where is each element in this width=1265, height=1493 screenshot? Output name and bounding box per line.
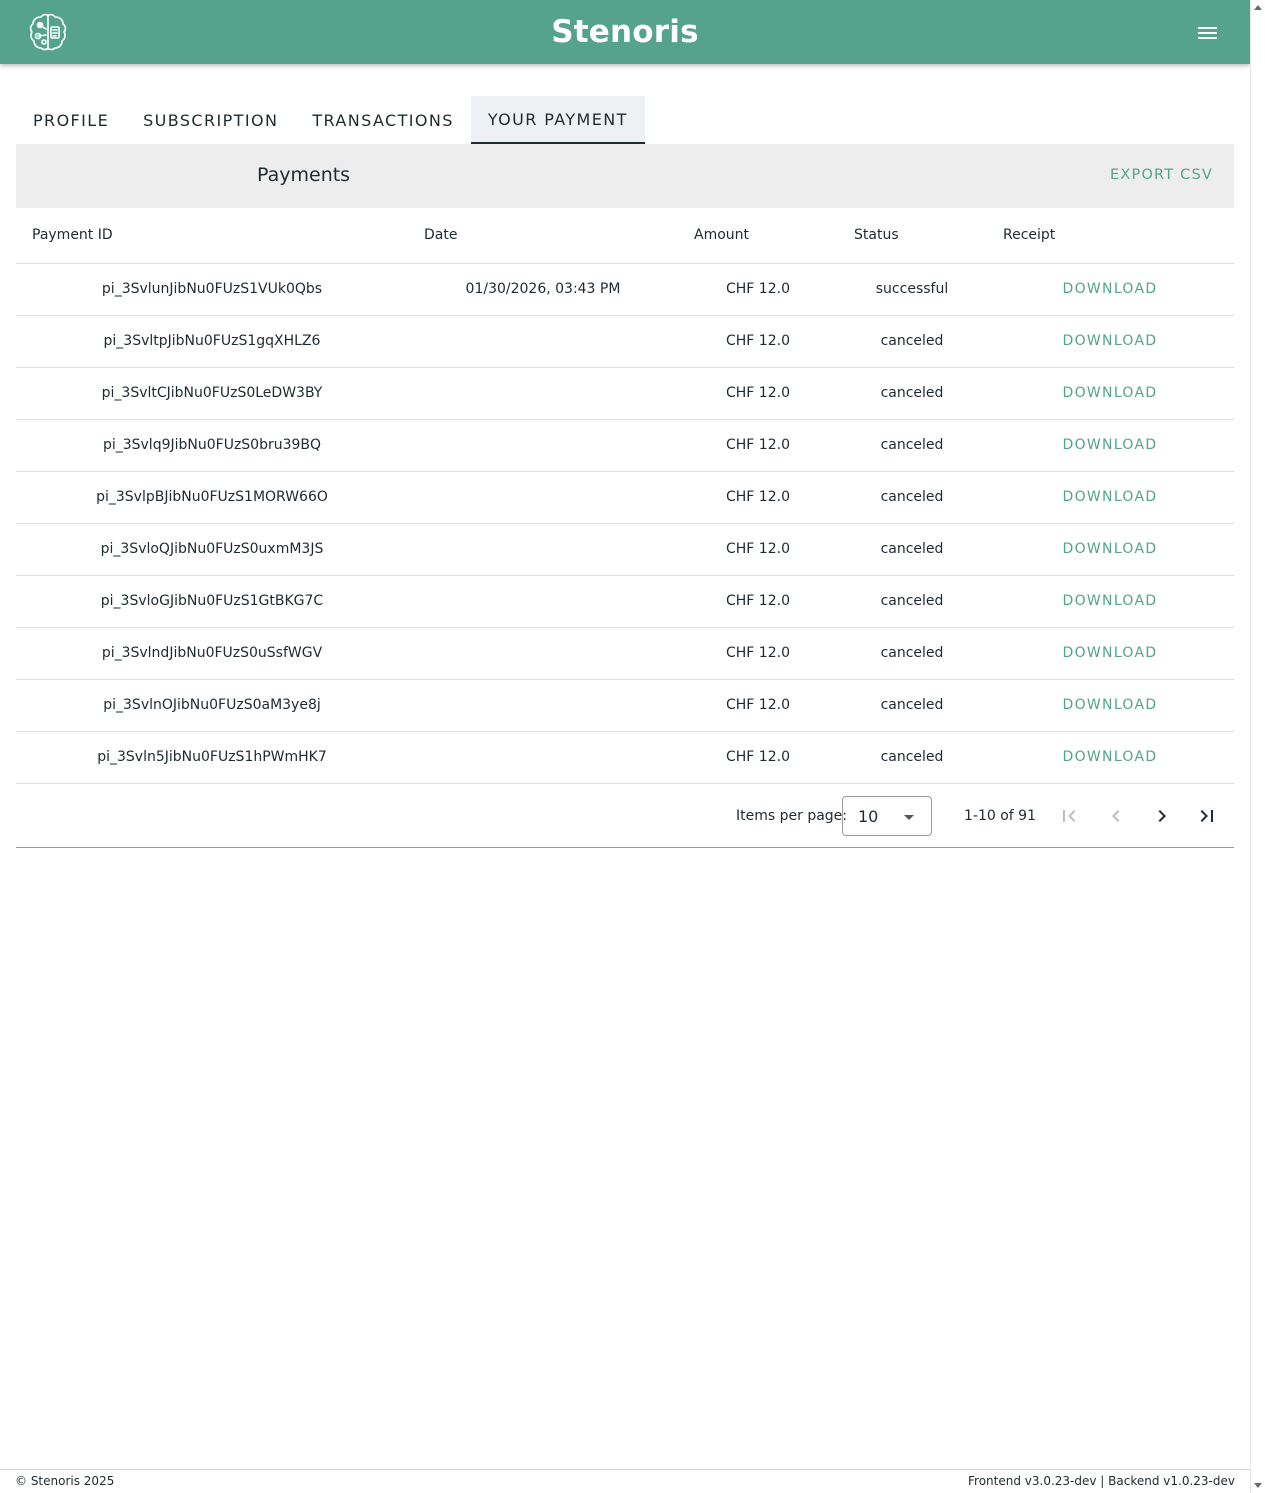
amount-cell: CHF 12.0 bbox=[726, 749, 790, 765]
amount-cell: CHF 12.0 bbox=[726, 333, 790, 349]
column-header-date[interactable]: Date bbox=[424, 227, 457, 243]
amount-cell: CHF 12.0 bbox=[726, 541, 790, 557]
download-receipt-button[interactable]: DOWNLOAD bbox=[986, 593, 1234, 609]
app-footer: © Stenoris 2025 Frontend v3.0.23-dev | B… bbox=[0, 1469, 1250, 1493]
payment-id-cell: pi_3SvloQJibNu0FUzS0uxmM3JS bbox=[100, 541, 324, 557]
chevron-down-icon bbox=[904, 815, 914, 820]
items-per-page-value: 10 bbox=[858, 807, 879, 826]
payment-id-cell: pi_3SvlpBJibNu0FUzS1MORW66O bbox=[96, 489, 328, 505]
status-cell: canceled bbox=[880, 593, 944, 609]
payments-title: Payments bbox=[257, 164, 351, 186]
column-header-status[interactable]: Status bbox=[854, 227, 899, 243]
account-tabs: PROFILE SUBSCRIPTION TRANSACTIONS YOUR P… bbox=[16, 96, 645, 144]
scroll-up-arrow-icon[interactable] bbox=[1254, 5, 1262, 10]
payment-id-cell: pi_3SvlnOJibNu0FUzS0aM3ye8j bbox=[103, 697, 321, 713]
page-range-label: 1-10 of 91 bbox=[964, 808, 1036, 824]
amount-cell: CHF 12.0 bbox=[726, 697, 790, 713]
date-cell: 01/30/2026, 03:43 PM bbox=[465, 281, 621, 297]
table-row: pi_3SvloQJibNu0FUzS0uxmM3JS CHF 12.0 cance… bbox=[16, 524, 1234, 576]
download-receipt-button[interactable]: DOWNLOAD bbox=[986, 749, 1234, 765]
download-receipt-button[interactable]: DOWNLOAD bbox=[986, 281, 1234, 297]
vertical-scrollbar[interactable] bbox=[1250, 0, 1265, 1493]
payment-id-cell: pi_3SvloGJibNu0FUzS1GtBKG7C bbox=[100, 593, 324, 609]
items-per-page-select[interactable]: 10 bbox=[842, 796, 932, 836]
payment-id-cell: pi_3Svlq9JibNu0FUzS0bru39BQ bbox=[102, 437, 322, 453]
status-cell: canceled bbox=[880, 541, 944, 557]
next-page-icon[interactable] bbox=[1150, 804, 1174, 828]
download-receipt-button[interactable]: DOWNLOAD bbox=[986, 333, 1234, 349]
table-row: pi_3SvlndJibNu0FUzS0uSsfWGV CHF 12.0 cance… bbox=[16, 628, 1234, 680]
items-per-page-label: Items per page: bbox=[736, 808, 848, 824]
table-row: pi_3Svlq9JibNu0FUzS0bru39BQ CHF 12.0 cance… bbox=[16, 420, 1234, 472]
download-receipt-button[interactable]: DOWNLOAD bbox=[986, 437, 1234, 453]
status-cell: canceled bbox=[880, 645, 944, 661]
last-page-icon[interactable] bbox=[1195, 804, 1219, 828]
payment-id-cell: pi_3SvltpJibNu0FUzS1gqXHLZ6 bbox=[103, 333, 321, 349]
amount-cell: CHF 12.0 bbox=[726, 593, 790, 609]
tab-transactions[interactable]: TRANSACTIONS bbox=[295, 96, 470, 144]
amount-cell: CHF 12.0 bbox=[726, 281, 790, 297]
payment-id-cell: pi_3SvltCJibNu0FUzS0LeDW3BY bbox=[101, 385, 323, 401]
download-receipt-button[interactable]: DOWNLOAD bbox=[986, 385, 1234, 401]
table-row: pi_3Svln5JibNu0FUzS1hPWmHK7 CHF 12.0 cance… bbox=[16, 732, 1234, 784]
status-cell: canceled bbox=[880, 333, 944, 349]
table-row: pi_3SvloGJibNu0FUzS1GtBKG7C CHF 12.0 cance… bbox=[16, 576, 1234, 628]
payments-card-header: Payments EXPORT CSV bbox=[16, 144, 1234, 208]
table-row: pi_3SvltCJibNu0FUzS0LeDW3BY CHF 12.0 cance… bbox=[16, 368, 1234, 420]
status-cell: canceled bbox=[880, 385, 944, 401]
scroll-down-arrow-icon[interactable] bbox=[1254, 1483, 1262, 1488]
column-header-amount[interactable]: Amount bbox=[694, 227, 749, 243]
download-receipt-button[interactable]: DOWNLOAD bbox=[986, 697, 1234, 713]
payment-id-cell: pi_3Svln5JibNu0FUzS1hPWmHK7 bbox=[97, 749, 327, 765]
table-row: pi_3SvlnOJibNu0FUzS0aM3ye8j CHF 12.0 cance… bbox=[16, 680, 1234, 732]
status-cell: canceled bbox=[880, 697, 944, 713]
tab-your-payment[interactable]: YOUR PAYMENT bbox=[470, 96, 645, 144]
table-row: pi_3SvltpJibNu0FUzS1gqXHLZ6 CHF 12.0 cance… bbox=[16, 316, 1234, 368]
column-header-receipt[interactable]: Receipt bbox=[1003, 227, 1055, 243]
payments-table: Payment ID Date Amount Status Receipt pi… bbox=[16, 208, 1234, 784]
version-info: Frontend v3.0.23-dev | Backend v1.0.23-d… bbox=[968, 1474, 1235, 1488]
app-title: Stenoris bbox=[551, 14, 699, 50]
status-cell: canceled bbox=[880, 749, 944, 765]
export-csv-button[interactable]: EXPORT CSV bbox=[1110, 167, 1213, 183]
hamburger-menu-icon[interactable] bbox=[1198, 27, 1220, 45]
amount-cell: CHF 12.0 bbox=[726, 437, 790, 453]
amount-cell: CHF 12.0 bbox=[726, 385, 790, 401]
table-body: pi_3SvlunJibNu0FUzS1VUk0Qbs 01/30/2026, 0… bbox=[16, 264, 1234, 784]
payment-id-cell: pi_3SvlndJibNu0FUzS0uSsfWGV bbox=[101, 645, 323, 661]
tab-profile[interactable]: PROFILE bbox=[16, 96, 126, 144]
download-receipt-button[interactable]: DOWNLOAD bbox=[986, 489, 1234, 505]
page: Stenoris PROFILE SUBSCRIPTION TRANSACTIO… bbox=[0, 0, 1250, 1493]
download-receipt-button[interactable]: DOWNLOAD bbox=[986, 645, 1234, 661]
column-header-payment-id[interactable]: Payment ID bbox=[32, 227, 113, 243]
previous-page-icon[interactable] bbox=[1104, 804, 1128, 828]
status-cell: canceled bbox=[880, 437, 944, 453]
app-header: Stenoris bbox=[0, 0, 1250, 64]
status-cell: canceled bbox=[880, 489, 944, 505]
status-cell: successful bbox=[875, 281, 949, 297]
table-row: pi_3SvlpBJibNu0FUzS1MORW66O CHF 12.0 cance… bbox=[16, 472, 1234, 524]
amount-cell: CHF 12.0 bbox=[726, 489, 790, 505]
amount-cell: CHF 12.0 bbox=[726, 645, 790, 661]
tab-subscription[interactable]: SUBSCRIPTION bbox=[126, 96, 295, 144]
paginator: Items per page: 10 1-10 of 91 bbox=[16, 784, 1234, 848]
table-header: Payment ID Date Amount Status Receipt bbox=[16, 208, 1234, 264]
first-page-icon[interactable] bbox=[1057, 804, 1081, 828]
copyright-text: © Stenoris 2025 bbox=[15, 1474, 115, 1488]
table-row: pi_3SvlunJibNu0FUzS1VUk0Qbs 01/30/2026, 0… bbox=[16, 264, 1234, 316]
download-receipt-button[interactable]: DOWNLOAD bbox=[986, 541, 1234, 557]
payment-id-cell: pi_3SvlunJibNu0FUzS1VUk0Qbs bbox=[101, 281, 323, 297]
